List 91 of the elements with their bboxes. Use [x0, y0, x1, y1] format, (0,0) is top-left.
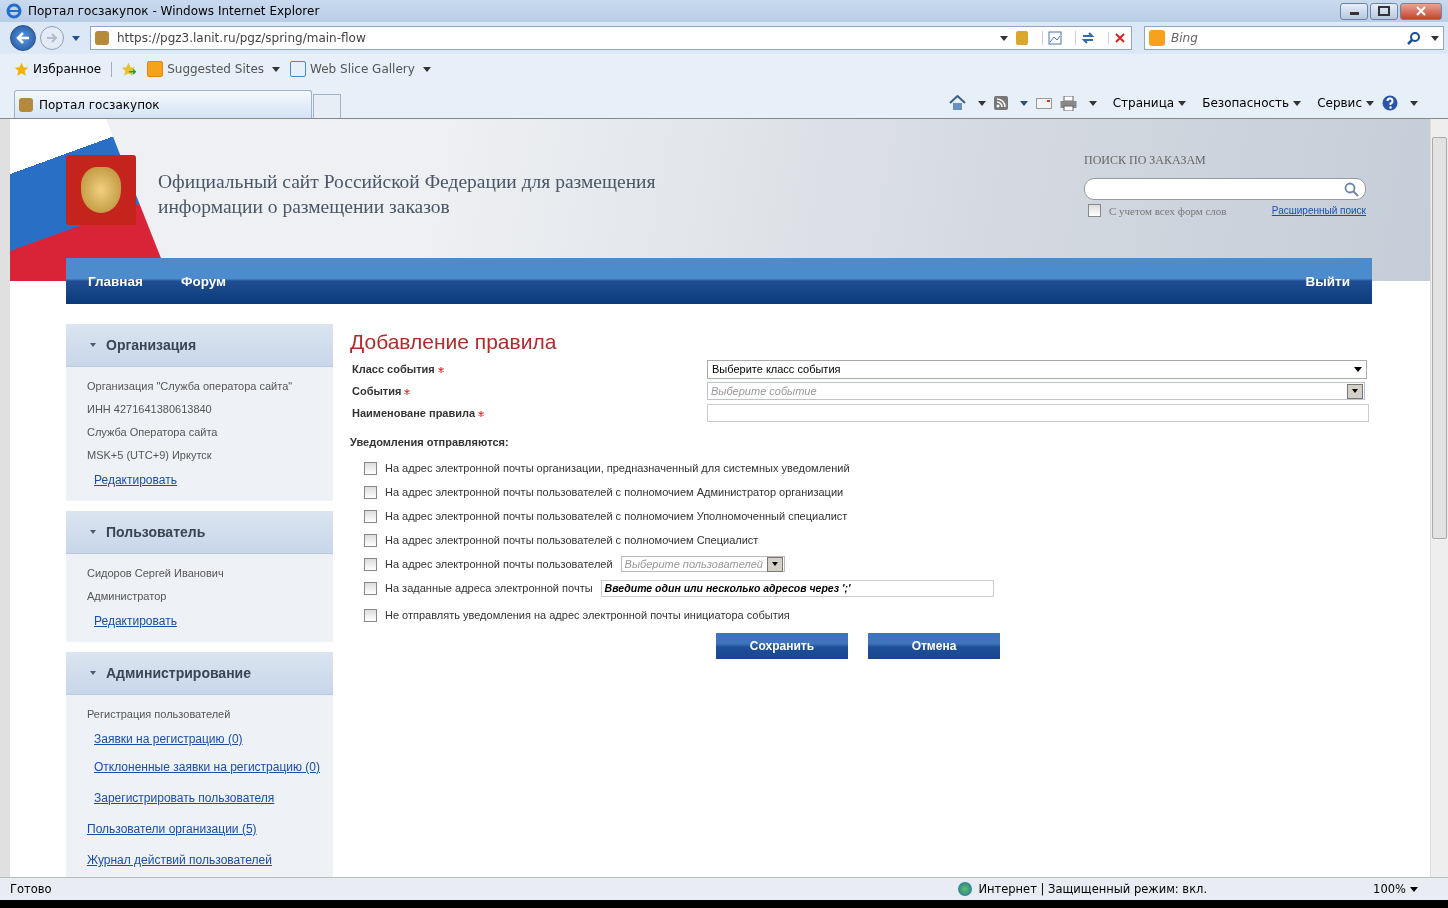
home-icon[interactable] [948, 95, 966, 111]
history-dropdown-icon[interactable] [72, 35, 80, 41]
notify-heading: Уведомления отправляются: [350, 436, 510, 448]
close-icon [1416, 6, 1426, 16]
required-icon [404, 389, 411, 395]
arrow-right-icon [46, 33, 58, 43]
sidebar-link[interactable]: Журнал действий пользователей [87, 845, 272, 876]
notify-checkbox[interactable] [364, 557, 377, 571]
status-text: Готово [10, 882, 53, 896]
favorites-link[interactable]: Suggested Sites [147, 61, 281, 77]
sidebar-link[interactable]: Отклоненные заявки на регистрацию (0) [94, 752, 321, 783]
required-icon [437, 367, 444, 373]
search-label: ПОИСК ПО ЗАКАЗАМ [1084, 153, 1207, 168]
globe-icon [958, 882, 973, 896]
checkbox-label: На адрес электронной почты пользователей с полномочием Специалист [385, 534, 759, 546]
star-icon [14, 61, 29, 77]
browser-search-field[interactable]: Bing [1144, 26, 1444, 50]
search-icon[interactable] [1344, 181, 1359, 197]
checkbox-label: На адрес электронной почты пользователей [385, 558, 613, 570]
save-button[interactable]: Сохранить [716, 633, 848, 659]
help-icon[interactable] [1382, 95, 1398, 111]
rule-name-field[interactable] [707, 404, 1369, 422]
favorites-button[interactable]: Избранное [14, 61, 102, 77]
sidebar-link[interactable]: Редактировать [94, 608, 177, 634]
feed-icon[interactable] [993, 96, 1008, 110]
close-button[interactable] [1400, 2, 1442, 20]
restore-button[interactable] [1370, 2, 1398, 20]
checkbox-label: На адрес электронной почты организации, предназначенный для системных уведомлений [385, 462, 850, 474]
zoom-level[interactable]: 100% [1373, 882, 1418, 896]
favorites-link[interactable]: Web Slice Gallery [290, 61, 431, 77]
browser-logo-icon [6, 3, 22, 19]
notify-checkbox[interactable] [364, 533, 377, 547]
search-icon[interactable] [1407, 31, 1421, 45]
nav-link[interactable]: Главная [88, 273, 143, 289]
event-class-select[interactable]: Выберите класс события [707, 359, 1367, 379]
sidebar-text: MSK+5 (UTC+9) Иркутск [87, 448, 212, 463]
logout-link[interactable]: Выйти [1305, 273, 1350, 289]
sidebar-link[interactable]: Зарегистрировать пользователя [94, 783, 275, 814]
field-label: Наименоване правила [348, 407, 707, 419]
nav-link[interactable]: Форум [180, 273, 227, 289]
sidebar-link[interactable]: Редактировать [94, 467, 177, 493]
back-button[interactable] [10, 25, 36, 51]
sidebar-link[interactable]: Пользователи организации (5) [87, 814, 257, 845]
required-icon [478, 411, 485, 417]
word-forms-checkbox[interactable] [1088, 204, 1101, 217]
sidebar-link[interactable]: Заявки на регистрацию (0) [94, 726, 243, 752]
notify-checkbox[interactable] [364, 485, 377, 499]
browser-tab[interactable]: Портал госзакупок [14, 90, 312, 118]
notify-checkbox[interactable] [364, 509, 377, 523]
checkbox-label: На адрес электронной почты пользователей с полномочием Администратор организации [385, 486, 844, 498]
sidebar-text: Регистрация пользователей [87, 707, 231, 722]
scrollbar[interactable] [1430, 119, 1448, 877]
command-menu[interactable]: Страница [1104, 96, 1187, 110]
emails-field[interactable]: Введите один или несколько адресов через ';' [600, 579, 994, 597]
command-menu[interactable]: Сервис [1309, 96, 1374, 110]
security-zone: Интернет | Защищенный режим: вкл. [978, 882, 1208, 896]
notify-checkbox[interactable] [364, 461, 377, 475]
advanced-search-link[interactable]: Расширенный поиск [1271, 205, 1366, 216]
order-search-field[interactable] [1084, 178, 1366, 200]
collapse-icon[interactable] [90, 530, 96, 534]
collapse-icon[interactable] [90, 343, 96, 347]
mail-icon[interactable] [1035, 97, 1052, 109]
arrow-left-icon [16, 32, 30, 44]
sidebar-text: Организация "Служба оператора сайта" [87, 379, 293, 394]
coat-of-arms-icon [66, 155, 136, 225]
printer-icon[interactable] [1059, 95, 1077, 111]
collapse-icon[interactable] [90, 671, 96, 675]
notify-checkbox[interactable] [364, 581, 377, 595]
sidebar-text: Сидоров Сергей Иванович [87, 566, 224, 581]
panel-header[interactable]: Пользователь [66, 511, 333, 554]
add-favorite-icon[interactable] [111, 61, 138, 77]
notify-checkbox[interactable] [364, 608, 377, 622]
cancel-button[interactable]: Отмена [868, 633, 1000, 659]
sidebar-text: Служба Оператора сайта [87, 425, 218, 440]
window-title: Портал госзакупок - Windows Internet Explorer [28, 4, 321, 18]
checkbox-label: Не отправлять уведомления на адрес электронной почты инициатора события [385, 609, 790, 621]
address-bar[interactable]: https://pgz3.lanit.ru/pgz/spring/main-flow [90, 26, 1132, 50]
minimize-button[interactable] [1340, 2, 1368, 20]
word-forms-label: С учетом всех форм слов [1109, 204, 1228, 217]
checkbox-label: На заданные адреса электронной почты [385, 582, 593, 594]
field-label: События [348, 385, 707, 397]
field-label: Класс события [348, 363, 707, 375]
panel-header[interactable]: Администрирование [66, 652, 333, 695]
sidebar-text: Администратор [87, 589, 167, 604]
checkbox-label: На адрес электронной почты пользователей с полномочием Уполномоченный специалист [385, 510, 848, 522]
site-title: Официальный сайт Российской Федерации для размещения информации о размещении заказов [158, 170, 657, 219]
panel-header[interactable]: Организация [66, 324, 333, 367]
sidebar-text: ИНН 4271641380613840 [87, 402, 212, 417]
form-title: Добавление правила [350, 330, 558, 354]
command-menu[interactable]: Безопасность [1194, 96, 1302, 110]
site-emblem-icon [95, 31, 109, 45]
